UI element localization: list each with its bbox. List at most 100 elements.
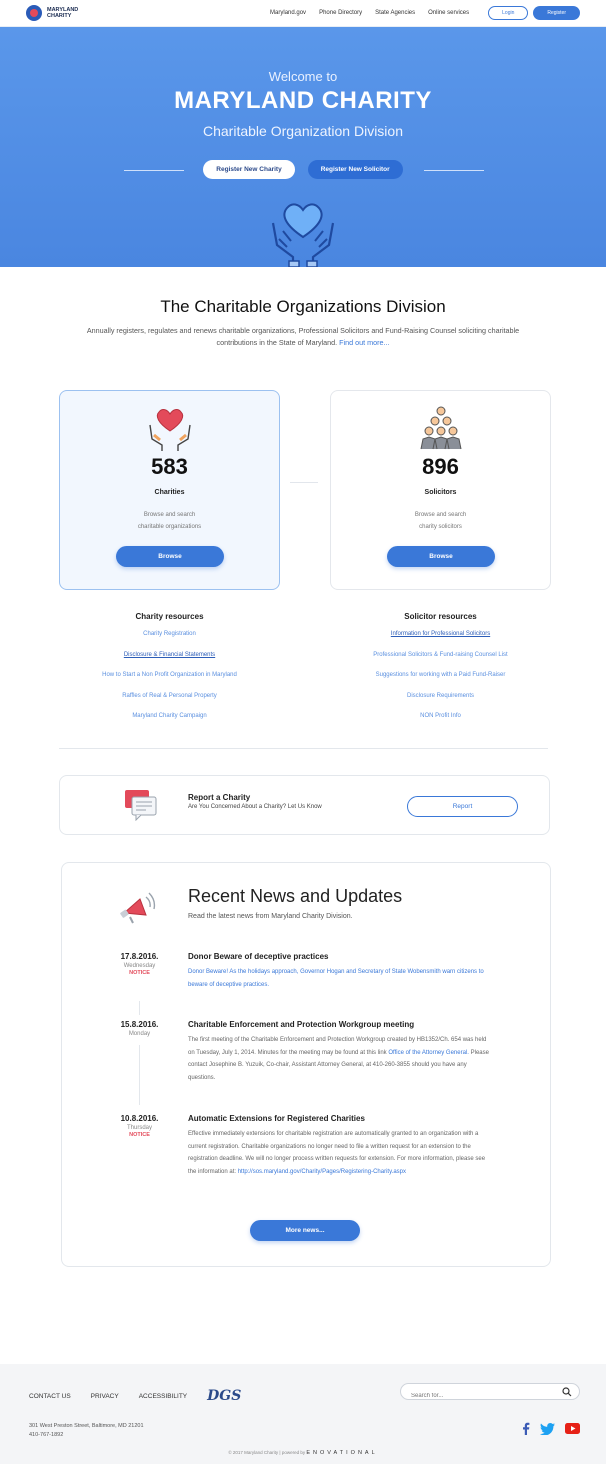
nav-phone-directory[interactable]: Phone Directory: [319, 10, 362, 16]
footer-link-accessibility[interactable]: ACCESSIBILITY: [139, 1393, 187, 1400]
enovational-logo[interactable]: ENOVATIONAL: [306, 1450, 377, 1456]
timeline-line: [139, 1045, 140, 1105]
charity-hands-heart-icon: [149, 409, 191, 451]
browse-solicitors-button[interactable]: Browse: [387, 546, 495, 567]
charities-desc-line1: Browse and search: [143, 512, 196, 518]
division-title: The Charitable Organizations Division: [160, 297, 446, 316]
section-divider: [59, 748, 548, 749]
news-weekday: Thursday: [126, 1125, 152, 1131]
heart-logo-icon: [26, 5, 42, 21]
twitter-icon[interactable]: [540, 1422, 555, 1435]
footer-link-contact[interactable]: CONTACT US: [29, 1393, 71, 1400]
news-title: Recent News and Updates: [188, 886, 403, 906]
news-date: 15.8.2016. Monday: [82, 1020, 197, 1037]
report-button[interactable]: Report: [407, 796, 518, 817]
solicitor-resource-link[interactable]: Professional Solicitors & Fund-raising C…: [330, 652, 551, 673]
copyright-text: © 2017 Maryland Charity | powered by: [228, 1450, 306, 1455]
more-news-button[interactable]: More news...: [250, 1220, 360, 1241]
footer-street: 301 West Preston Street, Baltimore, MD 2…: [29, 1423, 144, 1429]
hands-heart-icon: [271, 203, 335, 267]
logo-line-2: CHARITY: [47, 13, 72, 19]
hero-subtitle: Charitable Organization Division: [203, 123, 403, 139]
hero-banner: Welcome to MARYLAND CHARITY Charitable O…: [0, 27, 606, 267]
news-weekday: Monday: [128, 1031, 151, 1037]
news-item-title[interactable]: Automatic Extensions for Registered Char…: [188, 1114, 494, 1123]
news-notice-tag: NOTICE: [129, 1132, 150, 1138]
solicitors-desc-line1: Browse and search: [414, 512, 467, 518]
solicitors-label: Solicitors: [424, 489, 457, 496]
footer-search-input[interactable]: [401, 1388, 551, 1404]
news-item-link[interactable]: Donor Beware! As the holidays approach, …: [188, 969, 484, 988]
find-out-more-link[interactable]: Find out more...: [339, 338, 389, 347]
dgs-logo[interactable]: DGS: [207, 1388, 241, 1404]
report-title: Report a Charity: [188, 793, 251, 802]
news-item-text: Donor Beware! As the holidays approach, …: [188, 966, 494, 991]
logo-text: MARYLAND CHARITY: [47, 7, 78, 19]
news-subtitle: Read the latest news from Maryland Chari…: [188, 913, 353, 920]
nav-online-services[interactable]: Online services: [428, 10, 469, 16]
footer-links: CONTACT US PRIVACY ACCESSIBILITY DGS: [29, 1388, 241, 1404]
charities-label: Charities: [154, 489, 185, 496]
solicitor-resources: Solicitor resources Information for Prof…: [330, 612, 551, 734]
news-panel: Recent News and Updates Read the latest …: [61, 862, 551, 1267]
news-item-text: Effective immediately extensions for cha…: [188, 1128, 494, 1178]
footer-copyright: © 2017 Maryland Charity | powered by ENO…: [0, 1450, 606, 1456]
nav-links: Maryland.gov Phone Directory State Agenc…: [270, 6, 580, 20]
solicitors-description: Browse and search charity solicitors: [331, 509, 550, 533]
solicitors-card: 896 Solicitors Browse and search charity…: [330, 390, 551, 590]
charity-resource-link[interactable]: How to Start a Non Profit Organization i…: [59, 672, 280, 693]
solicitor-resource-link[interactable]: Suggestions for working with a Paid Fund…: [330, 672, 551, 693]
timeline-line: [139, 1001, 140, 1015]
news-date: 10.8.2016. Thursday NOTICE: [82, 1114, 197, 1138]
news-body: Automatic Extensions for Registered Char…: [188, 1114, 494, 1178]
footer-phone: 410-767-1892: [29, 1432, 64, 1438]
news-date-value: 17.8.2016.: [120, 952, 159, 961]
charity-resource-link[interactable]: Disclosure & Financial Statements: [59, 652, 280, 673]
solicitor-resources-title: Solicitor resources: [404, 612, 477, 621]
charity-resource-link[interactable]: Raffles of Real & Personal Property: [59, 693, 280, 714]
footer-search: [400, 1383, 580, 1404]
nav-state-agencies[interactable]: State Agencies: [375, 10, 415, 16]
solicitors-desc-line2: charity solicitors: [419, 524, 462, 530]
news-item-title[interactable]: Charitable Enforcement and Protection Wo…: [188, 1020, 494, 1029]
browse-charities-button[interactable]: Browse: [116, 546, 224, 567]
solicitor-resource-link[interactable]: Disclosure Requirements: [330, 693, 551, 714]
division-description: Annually registers, regulates and renews…: [0, 325, 606, 349]
news-body: Donor Beware of deceptive practices Dono…: [188, 952, 494, 991]
division-text: Annually registers, regulates and renews…: [86, 326, 520, 347]
search-icon[interactable]: [562, 1387, 572, 1397]
attorney-general-link[interactable]: Office of the Attorney General.: [388, 1050, 469, 1056]
division-intro: The Charitable Organizations Division An…: [0, 297, 606, 349]
charity-resource-link[interactable]: Charity Registration: [59, 631, 280, 652]
news-date-value: 10.8.2016.: [120, 1114, 159, 1123]
charity-resource-link[interactable]: Maryland Charity Campaign: [59, 713, 280, 734]
registering-charity-link[interactable]: http://sos.maryland.gov/Charity/Pages/Re…: [238, 1169, 406, 1175]
solicitors-people-icon: [420, 406, 462, 450]
solicitors-count: 896: [422, 454, 459, 479]
solicitor-resource-link[interactable]: NON Profit Info: [330, 713, 551, 734]
youtube-icon[interactable]: [565, 1423, 580, 1434]
news-weekday: Wednesday: [123, 963, 156, 969]
facebook-icon[interactable]: [521, 1422, 530, 1435]
report-chat-icon: [125, 790, 157, 821]
charity-resources-title: Charity resources: [135, 612, 204, 621]
report-charity-panel: Report a Charity Are You Concerned About…: [59, 775, 550, 835]
footer: CONTACT US PRIVACY ACCESSIBILITY DGS 301…: [0, 1364, 606, 1464]
news-body: Charitable Enforcement and Protection Wo…: [188, 1020, 494, 1084]
site-logo[interactable]: MARYLAND CHARITY: [26, 5, 78, 21]
megaphone-icon: [120, 892, 156, 924]
news-item-title[interactable]: Donor Beware of deceptive practices: [188, 952, 494, 961]
register-button[interactable]: Register: [533, 6, 580, 20]
login-button[interactable]: Login: [488, 6, 529, 20]
solicitor-resource-link[interactable]: Information for Professional Solicitors: [330, 631, 551, 652]
register-new-solicitor-button[interactable]: Register New Solicitor: [307, 160, 403, 179]
hero-title: MARYLAND CHARITY: [174, 87, 432, 114]
nav-maryland-gov[interactable]: Maryland.gov: [270, 10, 306, 16]
footer-link-privacy[interactable]: PRIVACY: [91, 1393, 119, 1400]
register-new-charity-button[interactable]: Register New Charity: [203, 160, 295, 179]
news-item-text: The first meeting of the Charitable Enfo…: [188, 1034, 494, 1084]
hero-welcome: Welcome to: [268, 69, 338, 84]
news-notice-tag: NOTICE: [129, 970, 150, 976]
top-nav: MARYLAND CHARITY Maryland.gov Phone Dire…: [0, 0, 606, 27]
news-date-value: 15.8.2016.: [120, 1020, 159, 1029]
